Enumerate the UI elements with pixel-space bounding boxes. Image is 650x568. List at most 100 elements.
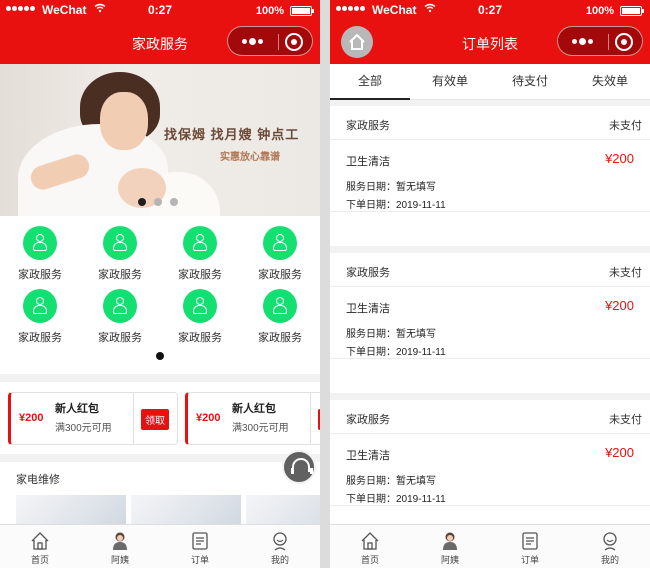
battery-icon — [290, 6, 314, 16]
order-service: 卫生清洁 — [346, 303, 390, 315]
claim-button[interactable]: 领取 — [141, 409, 169, 430]
tab-pending-payment[interactable]: 待支付 — [490, 64, 570, 100]
mini-program-capsule — [227, 26, 313, 56]
carousel-indicator[interactable] — [138, 198, 186, 216]
tab-label: 阿姨 — [110, 555, 129, 565]
tab-expired[interactable]: 失效单 — [570, 64, 650, 100]
order-price: ¥200 — [605, 445, 634, 460]
coupon-condition: 满300元可用 — [232, 423, 289, 434]
order-date: 下单日期：2019-11-11 — [346, 347, 446, 358]
tab-label: 首页 — [360, 555, 379, 565]
service-date: 服务日期：暂无填写 — [346, 329, 436, 340]
status-bar: WeChat 0:27 100% — [0, 0, 320, 20]
category-grid: 家政服务 家政服务 家政服务 家政服务 家政服务 家政服务 家政服务 家政服务 — [0, 216, 320, 374]
carousel-dot[interactable] — [138, 198, 146, 206]
tab-bar: 首页 阿姨 订单 我的 — [330, 524, 650, 568]
order-list-screen: WeChat 0:27 100% 订单列表 全部 有效单 待支付 失效单 家政服… — [330, 0, 650, 568]
claim-button[interactable]: 领取 — [318, 409, 320, 430]
tab-label: 阿姨 — [440, 555, 459, 565]
coupon-amount: ¥200 — [19, 412, 44, 424]
tab-profile[interactable]: 我的 — [240, 525, 320, 568]
order-card[interactable]: 家政服务 未支付 卫生清洁 ¥200 服务日期：暂无填写 下单日期：2019-1… — [330, 106, 650, 246]
tab-orders[interactable]: 订单 — [160, 525, 240, 568]
coupon-amount: ¥200 — [196, 412, 221, 424]
person-icon — [23, 226, 57, 260]
banner-slogan: 找保姆 找月嫂 钟点工 — [164, 127, 300, 142]
coupon-strip[interactable]: ¥200 新人红包 满300元可用 领取 ¥200 新人红包 满300元可用 领… — [0, 382, 320, 454]
home-icon — [30, 531, 50, 551]
coupon-name: 新人红包 — [55, 403, 99, 415]
category-item[interactable]: 家政服务 — [0, 289, 80, 345]
service-date: 服务日期：暂无填写 — [346, 476, 436, 487]
order-card[interactable]: 家政服务 未支付 卫生清洁 ¥200 服务日期：暂无填写 下单日期：2019-1… — [330, 253, 650, 393]
grid-page-indicator — [156, 352, 164, 360]
nav-bar: WeChat 0:27 100% 订单列表 — [330, 0, 650, 64]
order-price: ¥200 — [605, 298, 634, 313]
more-icon[interactable] — [242, 38, 265, 57]
coupon-card[interactable]: ¥200 新人红包 满300元可用 领取 — [185, 392, 320, 445]
close-icon[interactable] — [615, 33, 633, 51]
category-label: 家政服务 — [258, 269, 302, 281]
service-date: 服务日期：暂无填写 — [346, 182, 436, 193]
tab-home[interactable]: 首页 — [0, 525, 80, 568]
order-status: 未支付 — [609, 267, 642, 279]
battery-icon — [620, 6, 644, 16]
category-label: 家政服务 — [178, 269, 222, 281]
tab-bar: 首页 阿姨 订单 我的 — [0, 524, 320, 568]
person-icon — [103, 289, 137, 323]
coupon-condition: 满300元可用 — [55, 423, 112, 434]
category-item[interactable]: 家政服务 — [240, 289, 320, 345]
tab-label: 首页 — [30, 555, 49, 565]
order-status: 未支付 — [609, 414, 642, 426]
order-icon — [190, 531, 210, 551]
tab-nanny[interactable]: 阿姨 — [410, 525, 490, 568]
order-shop: 家政服务 — [346, 267, 390, 279]
section-title: 家电维修 — [16, 474, 60, 486]
person-icon — [183, 289, 217, 323]
close-icon[interactable] — [285, 33, 303, 51]
tab-nanny[interactable]: 阿姨 — [80, 525, 160, 568]
mini-program-capsule — [557, 26, 643, 56]
category-item[interactable]: 家政服务 — [80, 226, 160, 282]
nanny-icon — [110, 531, 130, 551]
category-label: 家政服务 — [98, 332, 142, 344]
banner-carousel[interactable]: 找保姆 找月嫂 钟点工 实惠放心靠谱 — [0, 64, 320, 216]
category-label: 家政服务 — [18, 269, 62, 281]
order-date: 下单日期：2019-11-11 — [346, 200, 446, 211]
tab-all[interactable]: 全部 — [330, 64, 410, 100]
more-icon[interactable] — [572, 38, 595, 57]
person-icon — [23, 289, 57, 323]
tab-orders[interactable]: 订单 — [490, 525, 570, 568]
category-item[interactable]: 家政服务 — [80, 289, 160, 345]
category-label: 家政服务 — [258, 332, 302, 344]
tab-profile[interactable]: 我的 — [570, 525, 650, 568]
carousel-dot[interactable] — [170, 198, 178, 206]
person-icon — [103, 226, 137, 260]
tab-label: 订单 — [520, 555, 539, 565]
customer-service-icon[interactable] — [282, 450, 316, 484]
nav-bar: WeChat 0:27 100% 家政服务 — [0, 0, 320, 64]
carousel-dot[interactable] — [154, 198, 162, 206]
order-status: 未支付 — [609, 120, 642, 132]
category-item[interactable]: 家政服务 — [240, 226, 320, 282]
tab-label: 我的 — [600, 555, 619, 565]
order-service: 卫生清洁 — [346, 450, 390, 462]
tab-valid[interactable]: 有效单 — [410, 64, 490, 100]
order-card[interactable]: 家政服务 未支付 卫生清洁 ¥200 服务日期：暂无填写 下单日期：2019-1… — [330, 400, 650, 540]
person-icon — [263, 226, 297, 260]
person-icon — [263, 289, 297, 323]
battery-percent: 100% — [255, 5, 284, 17]
order-shop: 家政服务 — [346, 414, 390, 426]
coupon-card[interactable]: ¥200 新人红包 满300元可用 领取 — [8, 392, 178, 445]
category-item[interactable]: 家政服务 — [160, 289, 240, 345]
home-screen: WeChat 0:27 100% 家政服务 找保姆 找月嫂 钟点工 实惠放心靠谱 — [0, 0, 320, 568]
category-item[interactable]: 家政服务 — [160, 226, 240, 282]
order-price: ¥200 — [605, 151, 634, 166]
battery-percent: 100% — [585, 5, 614, 17]
category-item[interactable]: 家政服务 — [0, 226, 80, 282]
order-shop: 家政服务 — [346, 120, 390, 132]
tab-home[interactable]: 首页 — [330, 525, 410, 568]
profile-icon — [270, 531, 290, 551]
status-bar: WeChat 0:27 100% — [330, 0, 650, 20]
nanny-icon — [440, 531, 460, 551]
